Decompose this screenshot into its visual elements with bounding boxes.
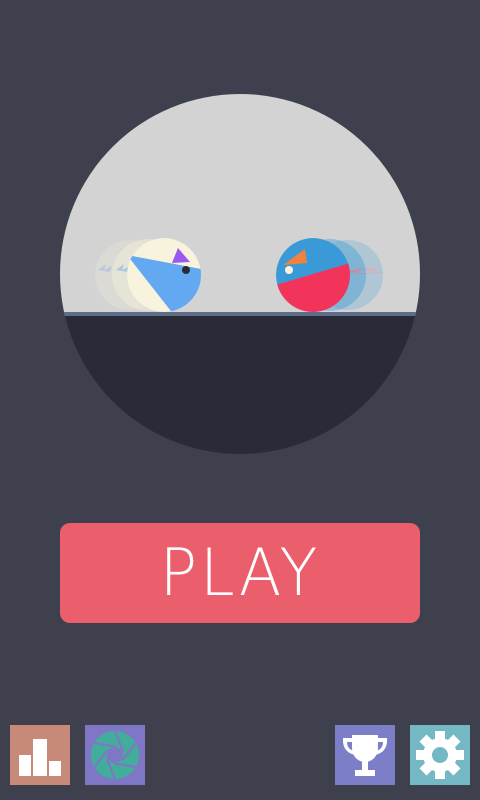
arena bbox=[60, 94, 420, 454]
trophy-button[interactable] bbox=[335, 725, 395, 785]
aperture-icon bbox=[91, 730, 139, 780]
ground-edge bbox=[60, 312, 420, 316]
play-label: PLAY bbox=[159, 534, 321, 611]
opponent-eye bbox=[285, 266, 293, 274]
leaderboard-button[interactable] bbox=[10, 725, 70, 785]
settings-button[interactable] bbox=[410, 725, 470, 785]
ground bbox=[60, 316, 420, 454]
play-button[interactable]: PLAY bbox=[60, 523, 420, 623]
game-scene bbox=[60, 94, 420, 454]
player-eye bbox=[182, 266, 190, 274]
gear-icon bbox=[416, 731, 464, 779]
aperture-button[interactable] bbox=[85, 725, 145, 785]
